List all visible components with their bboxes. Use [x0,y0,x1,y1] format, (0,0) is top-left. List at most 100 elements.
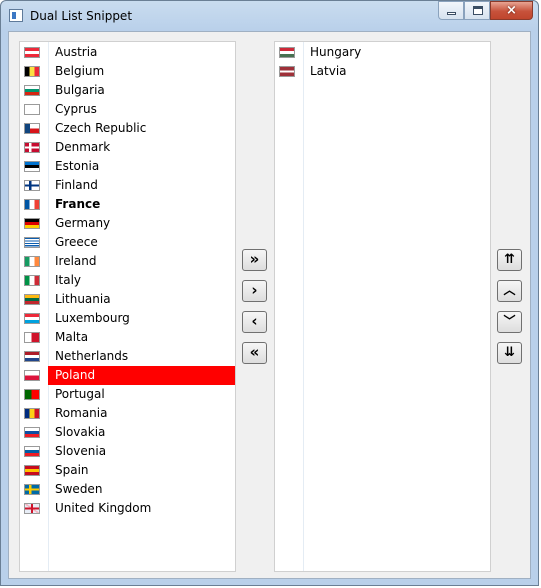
list-item-label: Ireland [55,254,97,268]
list-item-label: Netherlands [55,349,129,363]
icon-gutter [275,42,304,571]
list-item[interactable]: Czech Republic [20,119,235,138]
list-item-label: Estonia [55,159,100,173]
flag-be-icon [24,66,40,77]
flag-fi-icon [24,180,40,191]
client-area: Austria Belgium Bulgaria Cyprus Czech Republ… [8,31,531,579]
list-item[interactable]: Romania [20,404,235,423]
flag-cy-icon [24,104,40,115]
list-item[interactable]: Finland [20,176,235,195]
list-item[interactable]: Estonia [20,157,235,176]
double-chevron-right-icon: » [249,250,260,268]
list-item-label: Sweden [55,482,103,496]
list-item-label: Lithuania [55,292,111,306]
caption-buttons: × [438,1,533,20]
list-item[interactable]: Denmark [20,138,235,157]
list-item[interactable]: Latvia [275,62,490,81]
list-item-label: Finland [55,178,98,192]
list-item-label: Luxembourg [55,311,130,325]
flag-pt-icon [24,389,40,400]
move-left-button[interactable]: ‹ [242,311,267,333]
list-item-label: Portugal [55,387,105,401]
flag-lt-icon [24,294,40,305]
flag-mt-icon [24,332,40,343]
flag-it-icon [24,275,40,286]
double-chevron-down-icon: ⇊ [504,345,515,360]
close-icon: × [506,3,517,18]
list-item[interactable]: United Kingdom [20,499,235,518]
list-item[interactable]: Poland [20,366,235,385]
flag-fr-icon [24,199,40,210]
close-button[interactable]: × [490,1,533,20]
list-item[interactable]: Lithuania [20,290,235,309]
double-chevron-up-icon: ⇈ [504,252,515,267]
maximize-icon [473,6,483,15]
move-top-button[interactable]: ⇈ [497,249,522,271]
list-item[interactable]: Germany [20,214,235,233]
list-item[interactable]: Bulgaria [20,81,235,100]
list-item[interactable]: Portugal [20,385,235,404]
flag-es-icon [24,465,40,476]
list-item-label: Germany [55,216,111,230]
move-all-left-button[interactable]: « [242,342,267,364]
list-item-label: Hungary [310,45,362,59]
list-item[interactable]: Malta [20,328,235,347]
selected-list-rows: Hungary Latvia [275,43,490,81]
list-item[interactable]: Netherlands [20,347,235,366]
list-item-label: Cyprus [55,102,97,116]
flag-ie-icon [24,256,40,267]
list-item[interactable]: Belgium [20,62,235,81]
list-item[interactable]: Spain [20,461,235,480]
list-item[interactable]: Slovakia [20,423,235,442]
flag-lu-icon [24,313,40,324]
list-item-label: Belgium [55,64,105,78]
flag-ro-icon [24,408,40,419]
available-list[interactable]: Austria Belgium Bulgaria Cyprus Czech Republ… [19,41,236,572]
flag-lv-icon [279,66,295,77]
chevron-left-icon: ‹ [251,312,258,330]
list-item-label: Italy [55,273,82,287]
list-item-label: Spain [55,463,89,477]
list-item[interactable]: Greece [20,233,235,252]
move-up-button[interactable]: ︿ [497,280,522,302]
move-right-button[interactable]: › [242,280,267,302]
list-item-label: Slovenia [55,444,107,458]
double-chevron-left-icon: « [249,343,260,361]
list-item-label: Romania [55,406,108,420]
list-item[interactable]: Luxembourg [20,309,235,328]
flag-nl-icon [24,351,40,362]
flag-si-icon [24,446,40,457]
selected-list[interactable]: Hungary Latvia [274,41,491,572]
flag-at-icon [24,47,40,58]
flag-sk-icon [24,427,40,438]
list-item-label: Slovakia [55,425,106,439]
minimize-button[interactable] [438,1,464,20]
title-bar[interactable]: Dual List Snippet × [1,1,538,31]
flag-dk-icon [24,142,40,153]
list-item[interactable]: Cyprus [20,100,235,119]
app-window-icon[interactable] [9,9,23,22]
list-item-label: Latvia [310,64,347,78]
minimize-icon [447,12,456,15]
list-item[interactable]: Austria [20,43,235,62]
flag-de-icon [24,218,40,229]
move-all-right-button[interactable]: » [242,249,267,271]
list-item-label: Poland [55,368,96,382]
move-down-button[interactable]: ﹀ [497,311,522,333]
flag-gb-icon [24,503,40,514]
flag-gr-icon [24,237,40,248]
flag-se-icon [24,484,40,495]
list-item[interactable]: Slovenia [20,442,235,461]
list-item-label: Austria [55,45,98,59]
list-item[interactable]: Ireland [20,252,235,271]
maximize-button[interactable] [464,1,490,20]
list-item-label: Czech Republic [55,121,147,135]
flag-ee-icon [24,161,40,172]
move-bottom-button[interactable]: ⇊ [497,342,522,364]
list-item[interactable]: Sweden [20,480,235,499]
list-item[interactable]: Hungary [275,43,490,62]
list-item-label: Greece [55,235,98,249]
list-item[interactable]: France [20,195,235,214]
list-item[interactable]: Italy [20,271,235,290]
chevron-right-icon: › [251,281,258,299]
